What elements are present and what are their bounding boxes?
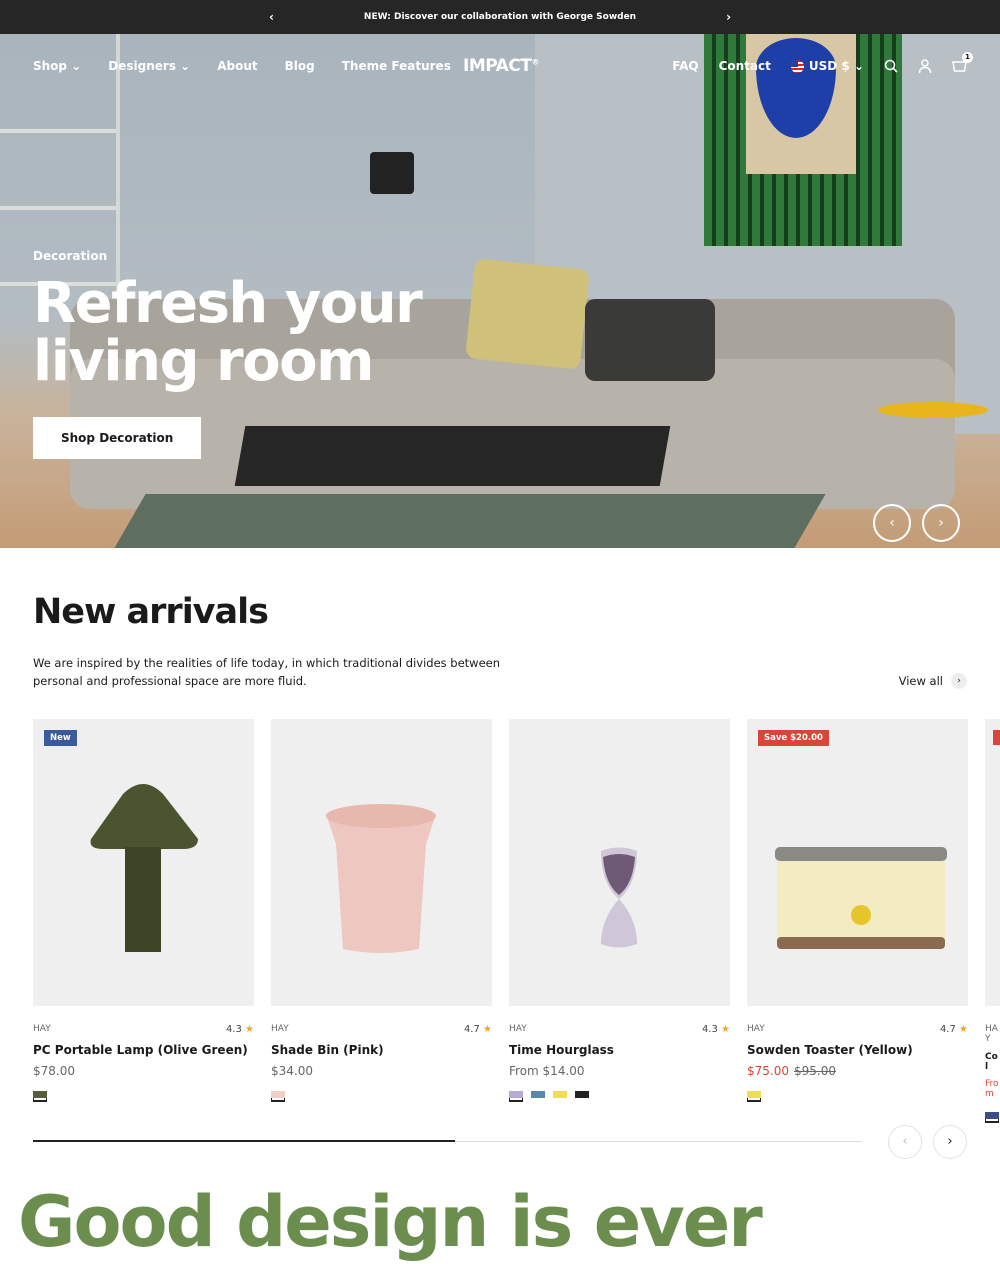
hero-image-lamp <box>370 152 414 194</box>
product-image[interactable] <box>271 719 492 1006</box>
cart-button[interactable]: 1 <box>952 51 973 75</box>
product-price: From <box>985 1079 999 1099</box>
color-swatch[interactable] <box>531 1091 545 1098</box>
carousel-next-button[interactable]: › <box>933 1125 967 1159</box>
product-image[interactable]: New <box>33 719 254 1006</box>
currency-selector[interactable]: USD $ ⌄ <box>790 59 864 73</box>
color-swatch[interactable] <box>33 1091 47 1098</box>
hero-image-pillow <box>585 299 715 381</box>
hero-subheading: Decoration <box>33 249 108 263</box>
color-swatch[interactable] <box>553 1091 567 1098</box>
hourglass-image <box>601 847 637 948</box>
product-card[interactable]: HAY 4.3 ★ Time Hourglass From $14.00 <box>509 719 730 1119</box>
product-card[interactable]: HAY 4.7 ★ Shade Bin (Pink) $34.00 <box>271 719 492 1119</box>
view-all-link[interactable]: View all › <box>899 672 967 690</box>
product-badge: Save $20.00 <box>758 730 829 746</box>
product-vendor: HAY <box>985 1024 998 1044</box>
chevron-down-icon: ⌄ <box>180 59 191 73</box>
product-rating: 4.7 ★ <box>463 1024 492 1035</box>
product-vendor: HAY <box>747 1024 765 1034</box>
hero-image-side-table <box>878 402 988 418</box>
cart-count-badge: 1 <box>962 51 973 63</box>
announcement-bar: ‹ NEW: Discover our collaboration with G… <box>0 0 1000 34</box>
color-swatch[interactable] <box>271 1091 285 1098</box>
product-price: $75.00 $95.00 <box>747 1064 968 1078</box>
hero-prev-button[interactable]: ‹ <box>873 504 911 542</box>
account-icon[interactable] <box>918 59 932 73</box>
nav-shop[interactable]: Shop ⌄ <box>33 59 81 73</box>
nav-contact[interactable]: Contact <box>719 59 771 73</box>
search-icon[interactable] <box>884 59 898 73</box>
nav-faq[interactable]: FAQ <box>672 59 698 73</box>
announcement-next-button[interactable]: › <box>726 10 731 24</box>
announcement-prev-button[interactable]: ‹ <box>269 10 274 24</box>
chevron-down-icon: ⌄ <box>71 59 82 73</box>
lamp-image <box>90 784 198 952</box>
product-vendor: HAY <box>509 1024 527 1034</box>
sale-price: $75.00 <box>747 1064 789 1078</box>
chevron-down-icon: ⌄ <box>853 59 864 73</box>
section-description: We are inspired by the realities of life… <box>33 656 501 688</box>
main-nav: Shop ⌄ Designers ⌄ About Blog Theme Feat… <box>0 34 1000 98</box>
product-image[interactable] <box>509 719 730 1006</box>
hero-slideshow: Decoration Refresh your living room Shop… <box>0 34 1000 548</box>
product-rating: 4.3 ★ <box>225 1024 254 1035</box>
carousel-prev-button[interactable]: ‹ <box>888 1125 922 1159</box>
color-swatch[interactable] <box>747 1091 761 1098</box>
product-image[interactable] <box>985 719 1000 1006</box>
product-image[interactable]: Save $20.00 <box>747 719 968 1006</box>
nav-designers[interactable]: Designers ⌄ <box>108 59 190 73</box>
product-list: New HAY 4.3 ★ PC Portable Lamp (Olive Gre… <box>33 719 1000 1119</box>
nav-about[interactable]: About <box>217 59 257 73</box>
us-flag-icon <box>790 60 804 73</box>
product-price: From $14.00 <box>509 1064 585 1078</box>
carousel-progress-fill <box>33 1140 456 1142</box>
product-vendor: HAY <box>33 1024 51 1034</box>
product-badge: New <box>44 730 77 746</box>
tagline-heading: Good design is ever <box>18 1181 763 1263</box>
product-card[interactable]: HAY Col From <box>985 719 1000 1119</box>
nav-blog[interactable]: Blog <box>285 59 315 73</box>
star-icon: ★ <box>959 1024 968 1035</box>
color-swatch[interactable] <box>575 1091 589 1098</box>
star-icon: ★ <box>721 1024 730 1035</box>
star-icon: ★ <box>245 1024 254 1035</box>
hero-image-rug <box>114 494 826 548</box>
shop-decoration-button[interactable]: Shop Decoration <box>33 417 202 459</box>
hero-title: Refresh your living room <box>33 271 423 394</box>
carousel-progress <box>33 1140 861 1142</box>
product-title[interactable]: Shade Bin (Pink) <box>271 1043 492 1057</box>
product-badge <box>993 730 1000 745</box>
product-card[interactable]: New HAY 4.3 ★ PC Portable Lamp (Olive Gre… <box>33 719 254 1119</box>
color-swatch[interactable] <box>509 1091 523 1098</box>
section-title: New arrivals <box>33 592 269 632</box>
chevron-right-icon: › <box>951 673 967 689</box>
product-rating: 4.7 ★ <box>939 1024 968 1035</box>
logo[interactable]: IMPACT® <box>463 56 539 76</box>
product-title[interactable]: Time Hourglass <box>509 1043 730 1057</box>
product-vendor: HAY <box>271 1024 289 1034</box>
product-title[interactable]: PC Portable Lamp (Olive Green) <box>33 1043 254 1057</box>
product-rating: 4.3 ★ <box>701 1024 730 1035</box>
product-price: $78.00 <box>33 1064 75 1078</box>
product-title[interactable]: Col <box>985 1052 1000 1072</box>
toaster-image <box>775 847 947 949</box>
product-title[interactable]: Sowden Toaster (Yellow) <box>747 1043 968 1057</box>
compare-price: $95.00 <box>794 1064 836 1078</box>
product-price: $34.00 <box>271 1064 313 1078</box>
color-swatch[interactable] <box>985 1112 999 1119</box>
hero-next-button[interactable]: › <box>922 504 960 542</box>
product-card[interactable]: Save $20.00 HAY 4.7 ★ Sowden Toaster (Yel… <box>747 719 968 1119</box>
new-arrivals-section: New arrivals We are inspired by the real… <box>0 548 1000 690</box>
bin-image <box>326 804 436 953</box>
star-icon: ★ <box>483 1024 492 1035</box>
announcement-text[interactable]: NEW: Discover our collaboration with Geo… <box>364 12 636 22</box>
nav-theme-features[interactable]: Theme Features <box>342 59 451 73</box>
hero-content: Decoration Refresh your living room Shop… <box>33 249 593 459</box>
